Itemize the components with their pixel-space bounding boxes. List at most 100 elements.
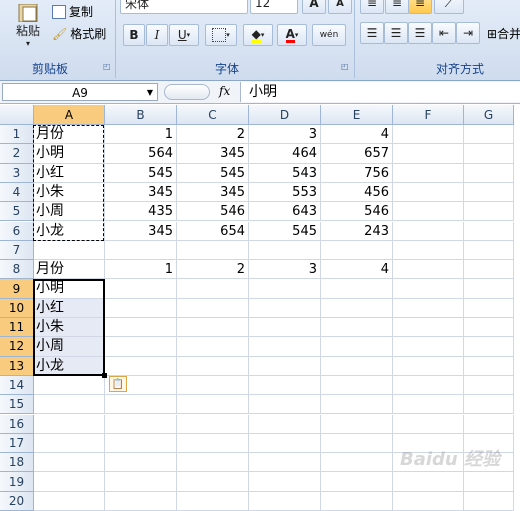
cell-a15[interactable] [34,395,105,415]
cell-e5[interactable]: 546 [321,202,393,222]
cell-c15[interactable] [177,395,249,415]
cell-a2[interactable]: 小明 [34,144,105,164]
align-top-button[interactable]: ≡ [360,0,384,14]
copy-button[interactable]: 复制 [52,3,93,20]
cell-a17[interactable] [34,433,105,454]
cell-g15[interactable] [464,395,514,415]
cell-c2[interactable]: 345 [177,144,249,164]
column-header-a[interactable]: A [34,105,105,125]
cell-f11[interactable] [393,318,464,338]
cell-d19[interactable] [249,472,321,492]
cell-g5[interactable] [464,202,514,222]
cell-c8[interactable]: 2 [177,260,249,280]
cell-a18[interactable] [34,453,105,473]
cell-b13[interactable] [105,356,177,376]
cell-c13[interactable] [177,356,249,376]
cell-d10[interactable] [249,298,321,318]
cell-d14[interactable] [249,375,321,396]
cell-b10[interactable] [105,298,177,318]
cell-g6[interactable] [464,221,514,241]
cell-f20[interactable] [393,491,464,511]
cell-b16[interactable] [105,414,177,434]
cell-d2[interactable]: 464 [249,144,321,164]
cell-a12[interactable]: 小周 [34,337,105,357]
fill-handle[interactable] [102,372,107,378]
cell-f12[interactable] [393,337,464,357]
formula-input[interactable]: 小明 [240,82,520,102]
cell-b6[interactable]: 345 [105,221,177,241]
cell-f14[interactable] [393,375,464,396]
cell-d15[interactable] [249,395,321,415]
row-header-11[interactable]: 11 [0,318,34,338]
cell-d3[interactable]: 543 [249,163,321,183]
cell-b17[interactable] [105,433,177,454]
cell-b15[interactable] [105,395,177,415]
cell-e14[interactable] [321,375,393,396]
cell-b3[interactable]: 545 [105,163,177,183]
cell-e19[interactable] [321,472,393,492]
cell-c3[interactable]: 545 [177,163,249,183]
cell-b5[interactable]: 435 [105,202,177,222]
row-header-20[interactable]: 20 [0,491,34,511]
cell-f13[interactable] [393,356,464,376]
row-header-18[interactable]: 18 [0,453,34,473]
font-color-button[interactable]: A ▾ [277,24,307,46]
paste-options-button[interactable]: 📋 [109,376,127,392]
cell-d13[interactable] [249,356,321,376]
row-header-7[interactable]: 7 [0,240,34,261]
cell-c14[interactable] [177,375,249,396]
cell-a13[interactable]: 小龙 [34,356,105,376]
align-left-button[interactable]: ☰ [360,22,384,44]
cell-d12[interactable] [249,337,321,357]
orientation-button[interactable]: ⟋ [434,0,464,14]
row-header-16[interactable]: 16 [0,414,34,434]
cell-g16[interactable] [464,414,514,434]
cell-d20[interactable] [249,491,321,511]
cell-g20[interactable] [464,491,514,511]
cell-g1[interactable] [464,125,514,145]
merge-button[interactable]: ⊞合并 [487,25,520,42]
cell-g10[interactable] [464,298,514,318]
cell-a20[interactable] [34,491,105,511]
cell-f19[interactable] [393,472,464,492]
fill-color-button[interactable]: ◆ ▾ [243,24,273,46]
cell-e15[interactable] [321,395,393,415]
cell-c19[interactable] [177,472,249,492]
cell-e16[interactable] [321,414,393,434]
row-header-13[interactable]: 13 [0,356,34,376]
cell-g19[interactable] [464,472,514,492]
align-center-button[interactable]: ☰ [384,22,408,44]
cell-g11[interactable] [464,318,514,338]
cell-a6[interactable]: 小龙 [34,221,105,241]
cell-e3[interactable]: 756 [321,163,393,183]
cell-a16[interactable] [34,414,105,434]
cell-e11[interactable] [321,318,393,338]
formula-divider[interactable] [164,84,210,100]
dialog-launcher-icon[interactable]: ◰ [103,62,111,71]
cell-g2[interactable] [464,144,514,164]
cell-e12[interactable] [321,337,393,357]
cell-c18[interactable] [177,453,249,473]
cell-a3[interactable]: 小红 [34,163,105,183]
cell-g4[interactable] [464,182,514,203]
cell-d6[interactable]: 545 [249,221,321,241]
cell-b8[interactable]: 1 [105,260,177,280]
cell-a7[interactable] [34,240,105,261]
format-painter-button[interactable]: 🖌 格式刷 [52,25,106,42]
cell-d8[interactable]: 3 [249,260,321,280]
cell-a1[interactable]: 月份 [34,125,105,145]
column-header-b[interactable]: B [105,105,177,125]
row-header-17[interactable]: 17 [0,433,34,454]
paste-button[interactable]: 粘贴 ▾ [10,0,46,52]
cell-c6[interactable]: 654 [177,221,249,241]
align-middle-button[interactable]: ≡ [385,0,409,14]
row-header-5[interactable]: 5 [0,202,34,222]
cell-b4[interactable]: 345 [105,182,177,203]
cell-g14[interactable] [464,375,514,396]
cell-g8[interactable] [464,260,514,280]
select-all-corner[interactable] [0,105,34,125]
row-header-2[interactable]: 2 [0,144,34,164]
font-name-select[interactable]: 宋体 [120,0,248,14]
cell-e18[interactable] [321,453,393,473]
row-header-10[interactable]: 10 [0,298,34,318]
